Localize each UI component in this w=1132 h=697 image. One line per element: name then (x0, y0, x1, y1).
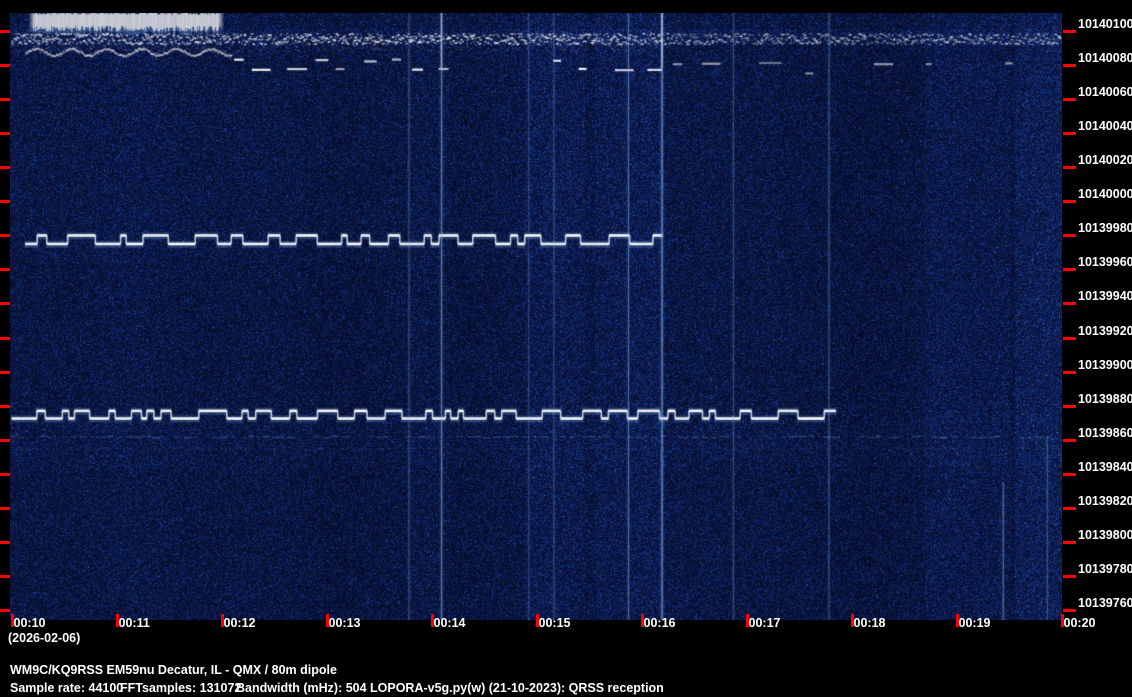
freq-tick-mark-left (0, 200, 10, 204)
time-tick-label: 00:17 (748, 616, 781, 630)
freq-tick-mark-right (1063, 132, 1076, 136)
freq-tick-mark-right (1063, 166, 1076, 170)
freq-tick-label: 10139920 (1078, 323, 1132, 338)
freq-tick-mark-right (1063, 609, 1076, 613)
bandwidth-label: Bandwidth (mHz): 504 (236, 681, 367, 695)
freq-tick-label: 10139760 (1078, 596, 1132, 611)
freq-tick-label: 10139860 (1078, 425, 1132, 440)
freq-tick-label: 10139960 (1078, 255, 1132, 270)
time-tick-label: 00:13 (328, 616, 361, 630)
time-tick-label: 00:19 (958, 616, 991, 630)
fft-samples-label: FFTsamples: 131072 (120, 681, 242, 695)
freq-tick-label: 10140060 (1078, 85, 1132, 100)
freq-tick-label: 10139880 (1078, 391, 1132, 406)
freq-tick-mark-left (0, 132, 10, 136)
freq-tick-label: 10140040 (1078, 119, 1132, 134)
freq-tick-label: 10139780 (1078, 561, 1132, 576)
time-tick-label: 00:14 (433, 616, 466, 630)
freq-tick-mark-left (0, 30, 10, 33)
spectrogram-panel: 10140100 10140080 10140060 10140040 10140020… (0, 0, 1132, 697)
sample-rate-label: Sample rate: 44100 (10, 681, 124, 695)
freq-tick-mark-right (1063, 200, 1076, 204)
freq-tick-label: 10139820 (1078, 493, 1132, 508)
freq-tick-mark-left (0, 574, 10, 578)
freq-tick-mark-left (0, 234, 10, 238)
freq-tick-mark-right (1063, 438, 1076, 442)
time-tick-label: 00:16 (643, 616, 676, 630)
freq-tick-mark-right (1063, 64, 1076, 68)
spectrogram-canvas (10, 13, 1062, 620)
freq-tick-mark-right (1063, 98, 1076, 102)
date-annotation: (2026-02-06) (8, 631, 81, 645)
freq-tick-mark-left (0, 438, 10, 442)
freq-tick-mark-right (1063, 404, 1076, 408)
time-tick-label: 00:11 (118, 616, 150, 630)
freq-tick-label: 10139800 (1078, 527, 1132, 542)
time-tick-label: 00:10 (13, 616, 46, 630)
freq-tick-mark-right (1063, 302, 1076, 306)
freq-tick-mark-left (0, 98, 10, 102)
freq-tick-label: 10140020 (1078, 153, 1132, 168)
freq-tick-mark-right (1063, 336, 1076, 340)
freq-tick-mark-left (0, 166, 10, 170)
freq-tick-mark-right (1063, 234, 1076, 238)
time-tick-label: 00:18 (853, 616, 886, 630)
freq-tick-label: 10139900 (1078, 357, 1132, 372)
freq-tick-label: 10140100 (1078, 17, 1132, 31)
freq-tick-mark-left (0, 370, 10, 374)
freq-tick-mark-left (0, 506, 10, 510)
freq-tick-mark-right (1063, 472, 1076, 476)
freq-tick-mark-left (0, 64, 10, 68)
freq-tick-label: 10140000 (1078, 187, 1132, 202)
freq-tick-mark-right (1063, 540, 1076, 544)
freq-tick-label: 10139940 (1078, 289, 1132, 304)
qrss-grabber-screen: { "colors": { "background": "#000000", "… (0, 0, 1132, 697)
freq-tick-label: 10139840 (1078, 459, 1132, 474)
time-tick-label: 00:15 (538, 616, 571, 630)
station-info: WM9C/KQ9RSS EM59nu Decatur, IL - QMX / 8… (10, 663, 337, 677)
freq-tick-mark-left (0, 540, 10, 544)
freq-tick-mark-right (1063, 574, 1076, 578)
freq-tick-mark-left (0, 302, 10, 306)
time-tick-label: 00:12 (223, 616, 256, 630)
freq-tick-mark-left (0, 268, 10, 272)
freq-tick-mark-right (1063, 268, 1076, 272)
freq-tick-mark-left (0, 609, 10, 613)
freq-tick-mark-right (1063, 370, 1076, 374)
software-version-label: LOPORA-v5g.py(w) (21-10-2023): QRSS rece… (370, 681, 664, 695)
freq-tick-label: 10140080 (1078, 51, 1132, 66)
freq-tick-mark-right (1063, 30, 1076, 33)
time-tick-label: 00:20 (1063, 616, 1096, 630)
freq-tick-label: 10139980 (1078, 221, 1132, 236)
freq-tick-mark-left (0, 472, 10, 476)
freq-tick-mark-right (1063, 506, 1076, 510)
freq-tick-mark-left (0, 336, 10, 340)
freq-tick-mark-left (0, 404, 10, 408)
